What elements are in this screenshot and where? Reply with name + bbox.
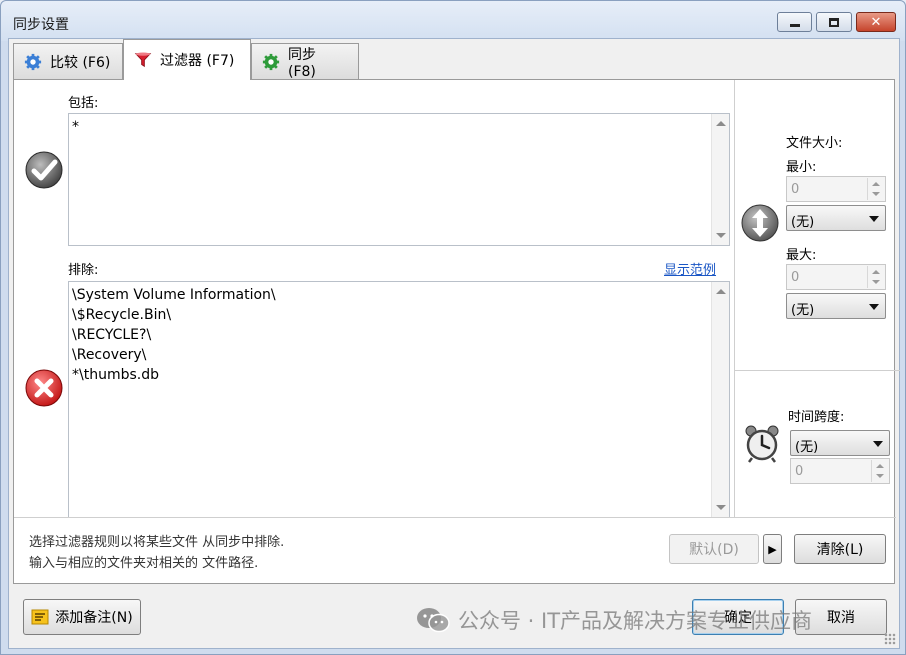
include-label: 包括: — [68, 96, 99, 111]
more-options-button[interactable]: ▶ — [763, 534, 782, 564]
time-span-value: 0 — [795, 464, 804, 479]
add-note-button[interactable]: 添加备注(N) — [23, 599, 141, 635]
hint-line-2: 输入与相应的文件夹对相关的 文件路径. — [29, 556, 259, 571]
file-size-max-label: 最大: — [786, 248, 817, 263]
max-size-spinner[interactable]: 0 — [786, 264, 886, 290]
time-span-unit-select[interactable]: (无) — [790, 430, 890, 456]
gear-green-icon — [262, 53, 280, 70]
time-span-arrows[interactable] — [871, 460, 888, 482]
tab-sync[interactable]: 同步 (F8) — [251, 43, 359, 80]
filter-pane: 包括: * 排除: 显示范例 \System Volume Informatio… — [13, 79, 900, 584]
title-bar[interactable]: 同步设置 ✕ — [1, 1, 905, 41]
funnel-icon — [134, 52, 152, 68]
watermark: 公众号 · IT产品及解决方案专业供应商 — [416, 605, 812, 635]
updown-arrows-icon — [741, 204, 779, 242]
hint-line-1: 选择过滤器规则以将某些文件 从同步中排除. — [29, 535, 285, 550]
chevron-down-icon — [869, 216, 879, 222]
time-span-title: 时间跨度: — [788, 410, 845, 425]
maximize-button[interactable] — [816, 12, 852, 32]
max-size-value: 0 — [791, 270, 800, 285]
pane-divider-vertical — [734, 80, 735, 517]
scroll-down-icon[interactable] — [716, 233, 726, 238]
default-button[interactable]: 默认(D) — [669, 534, 759, 564]
min-size-arrows[interactable] — [867, 178, 884, 200]
exclude-label: 排除: — [68, 263, 99, 278]
sync-settings-window: 同步设置 ✕ 比较 (F6) 过滤器 (F7) 同步 (F8) 包括: * 排除… — [0, 0, 906, 655]
minimize-icon — [789, 23, 800, 27]
max-size-arrows[interactable] — [867, 266, 884, 288]
spin-down-icon[interactable] — [872, 280, 880, 284]
maximize-icon — [829, 17, 839, 27]
scroll-down-icon[interactable] — [716, 505, 726, 510]
max-size-unit-select[interactable]: (无) — [786, 293, 886, 319]
exclude-value: \System Volume Information\ \$Recycle.Bi… — [72, 287, 276, 383]
exclude-scrollbar[interactable] — [711, 282, 729, 517]
min-size-value: 0 — [791, 182, 800, 197]
close-button[interactable]: ✕ — [856, 12, 896, 32]
dialog-client-area: 比较 (F6) 过滤器 (F7) 同步 (F8) 包括: * 排除: 显示范例 … — [8, 38, 900, 649]
watermark-text: 公众号 · IT产品及解决方案专业供应商 — [458, 609, 813, 633]
file-size-title: 文件大小: — [786, 136, 843, 151]
checkmark-icon — [25, 151, 63, 189]
spin-down-icon[interactable] — [876, 474, 884, 478]
min-size-unit-value: (无) — [791, 215, 815, 230]
file-size-min-label: 最小: — [786, 160, 817, 175]
max-size-unit-value: (无) — [791, 303, 815, 318]
add-note-label: 添加备注(N) — [55, 610, 133, 626]
wechat-icon — [417, 608, 450, 633]
spin-up-icon[interactable] — [872, 182, 880, 186]
pane-divider-horizontal — [735, 370, 900, 371]
spin-up-icon[interactable] — [872, 270, 880, 274]
close-icon: ✕ — [870, 14, 882, 30]
note-icon — [31, 609, 49, 625]
chevron-down-icon — [869, 304, 879, 310]
show-examples-link[interactable]: 显示范例 — [664, 259, 716, 278]
resize-grip[interactable] — [884, 633, 896, 645]
tab-compare-label: 比较 (F6) — [50, 54, 111, 71]
include-value: * — [72, 119, 79, 135]
include-textarea[interactable]: * — [68, 113, 730, 246]
pane-divider-bottom — [14, 517, 896, 518]
tab-filter[interactable]: 过滤器 (F7) — [123, 39, 251, 80]
spin-down-icon[interactable] — [872, 192, 880, 196]
spin-up-icon[interactable] — [876, 464, 884, 468]
tab-filter-label: 过滤器 (F7) — [160, 53, 235, 69]
window-title: 同步设置 — [13, 17, 69, 33]
chevron-down-icon — [873, 441, 883, 447]
scroll-up-icon[interactable] — [716, 121, 726, 126]
time-span-spinner[interactable]: 0 — [790, 458, 890, 484]
tab-compare[interactable]: 比较 (F6) — [13, 43, 123, 79]
error-x-icon — [25, 369, 63, 407]
scroll-up-icon[interactable] — [716, 289, 726, 294]
gear-blue-icon — [24, 53, 42, 70]
tab-sync-label: 同步 (F8) — [288, 46, 316, 80]
exclude-textarea[interactable]: \System Volume Information\ \$Recycle.Bi… — [68, 281, 730, 518]
time-span-unit-value: (无) — [795, 440, 819, 455]
include-scrollbar[interactable] — [711, 114, 729, 245]
min-size-spinner[interactable]: 0 — [786, 176, 886, 202]
min-size-unit-select[interactable]: (无) — [786, 205, 886, 231]
alarm-clock-icon — [745, 425, 779, 463]
minimize-button[interactable] — [777, 12, 812, 32]
clear-button[interactable]: 清除(L) — [794, 534, 886, 564]
